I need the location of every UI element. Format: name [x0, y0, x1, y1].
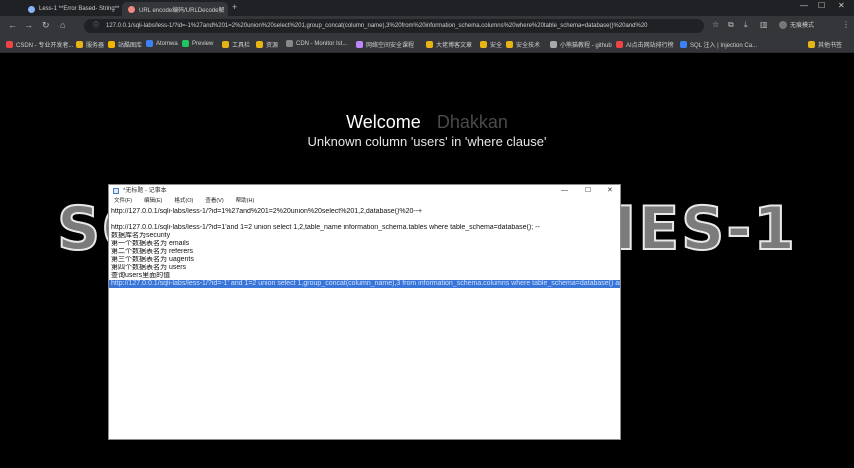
notepad-text-area[interactable]: http://127.0.0.1/sqli-labs/less-1/?id=1%… [109, 208, 620, 439]
bookmark-item[interactable]: 资源 [256, 40, 278, 49]
folder-icon [426, 41, 433, 48]
bookmark-icon [286, 40, 293, 47]
text-line: 查询users里面的值 [111, 272, 171, 279]
bookmark-star-icon[interactable]: ☆ [712, 20, 719, 29]
bookmark-icon [108, 41, 115, 48]
folder-icon [506, 41, 513, 48]
new-tab-icon[interactable]: + [232, 2, 237, 12]
username-text: Dhakkan [436, 112, 508, 132]
menu-icon[interactable]: ⋮ [842, 20, 850, 29]
notepad-maximize-icon[interactable]: ☐ [585, 185, 591, 197]
browser-toolbar: ← → ↻ ⌂ ⓘ 127.0.0.1/sqli-labs/less-1/?id… [0, 16, 854, 36]
extensions-icon[interactable]: ⧉ [728, 20, 734, 30]
text-line [109, 216, 620, 224]
address-bar[interactable]: ⓘ 127.0.0.1/sqli-labs/less-1/?id=-1%27an… [84, 19, 704, 33]
text-line: 数据库名为security [111, 232, 171, 239]
text-line: 第二个数据表名为 referers [111, 248, 194, 255]
bookmarks-bar: CSDN - 专业开发者... 服务器 站酷图库 Atomwa Preview … [0, 36, 854, 53]
tab-title: URL encode编码/URLDecode解 [139, 7, 225, 14]
text-line: http://127.0.0.1/sqli-labs/less-1/?id=1%… [111, 208, 423, 215]
bookmark-item[interactable]: 安全技术 [506, 40, 540, 49]
notepad-titlebar: *无标题 - 记事本 — ☐ ✕ [109, 185, 620, 197]
text-line: http://127.0.0.1/sqli-labs/less-1/?id=1'… [111, 224, 540, 231]
welcome-text: Welcome [346, 112, 421, 132]
sql-error-message: Unknown column 'users' in 'where clause' [307, 134, 547, 149]
bookmark-icon [6, 41, 13, 48]
text-line: 第四个数据表名为 users [111, 264, 187, 271]
sidebar-icon[interactable]: ▥ [760, 20, 768, 29]
menu-view[interactable]: 查看(V) [205, 198, 223, 204]
bookmark-item[interactable]: 工具栏 [222, 40, 250, 49]
folder-icon [222, 41, 229, 48]
notepad-menubar: 文件(F) 编辑(E) 格式(O) 查看(V) 帮助(H) [109, 197, 620, 206]
bookmark-icon [146, 40, 153, 47]
notepad-icon [113, 188, 119, 194]
bookmark-item[interactable]: 小熊猫教程 - github [550, 40, 612, 49]
tab-title: Less-1 **Error Based- String** [39, 6, 120, 12]
notepad-title: *无标题 - 记事本 [123, 188, 167, 194]
incognito-icon [779, 21, 787, 30]
folder-icon [256, 41, 263, 48]
maximize-icon[interactable]: ☐ [818, 1, 825, 10]
notepad-window: *无标题 - 记事本 — ☐ ✕ 文件(F) 编辑(E) 格式(O) 查看(V) 帮助(… [108, 184, 621, 440]
bookmark-item[interactable]: AI点击网站排行榜 [616, 40, 674, 49]
bookmark-item[interactable]: 大佬博客文章 [426, 40, 472, 49]
bookmark-icon [550, 41, 557, 48]
bookmark-item[interactable]: CDN - Monitor Ist... [286, 40, 347, 47]
minimize-icon[interactable]: — [800, 1, 808, 10]
incognito-profile[interactable]: 无痕模式 [779, 20, 814, 30]
menu-format[interactable]: 格式(O) [174, 198, 193, 204]
bookmark-icon [680, 41, 687, 48]
bookmark-item[interactable]: 站酷图库 [108, 40, 142, 49]
home-icon[interactable]: ⌂ [60, 20, 65, 30]
menu-help[interactable]: 帮助(H) [236, 198, 255, 204]
close-window-icon[interactable]: ✕ [838, 1, 845, 10]
info-icon[interactable]: ⓘ [93, 19, 99, 33]
bookmark-item[interactable]: 网络空间安全课程 [356, 40, 414, 49]
tab-favicon-icon [128, 5, 135, 13]
menu-file[interactable]: 文件(F) [114, 198, 132, 204]
bookmark-item[interactable]: CSDN - 专业开发者... [6, 40, 73, 49]
tab-url-encode[interactable]: URL encode编码/URLDecode解 × [122, 2, 228, 16]
bookmark-icon [616, 41, 623, 48]
reload-icon[interactable]: ↻ [42, 20, 50, 31]
downloads-icon[interactable]: ⤓ [744, 20, 748, 30]
notepad-close-icon[interactable]: ✕ [607, 185, 613, 197]
address-url: 127.0.0.1/sqli-labs/less-1/?id=-1%27and%… [106, 23, 648, 29]
browser-tab-strip: Less-1 **Error Based- String** × URL enc… [0, 0, 854, 16]
menu-edit[interactable]: 编辑(E) [144, 198, 162, 204]
other-bookmarks[interactable]: 其他书签 [808, 40, 842, 49]
text-line: 第一个数据表名为 emails [111, 240, 190, 247]
bookmark-item[interactable]: Atomwa [146, 40, 178, 47]
back-icon[interactable]: ← [8, 20, 17, 30]
bookmark-icon [182, 40, 189, 47]
tab-less-1[interactable]: Less-1 **Error Based- String** × [22, 2, 120, 16]
bookmark-item[interactable]: SQL 注入 | Injection Ca... [680, 40, 757, 49]
tab-favicon-icon [28, 5, 35, 13]
folder-icon [808, 41, 815, 48]
bookmark-icon [356, 41, 363, 48]
folder-icon [480, 41, 487, 48]
bookmark-item[interactable]: 安全 [480, 40, 502, 49]
welcome-heading: Welcome Dhakkan [0, 112, 854, 133]
bookmark-item[interactable]: Preview [182, 40, 213, 47]
text-line: 第三个数据表名为 uagents [111, 256, 194, 263]
selected-text-line: http://127.0.0.1/sqli-labs/less-1/?id=-1… [109, 280, 620, 288]
bookmark-item[interactable]: 服务器 [76, 40, 104, 49]
forward-icon[interactable]: → [24, 20, 33, 30]
notepad-minimize-icon[interactable]: — [561, 185, 568, 197]
folder-icon [76, 41, 83, 48]
